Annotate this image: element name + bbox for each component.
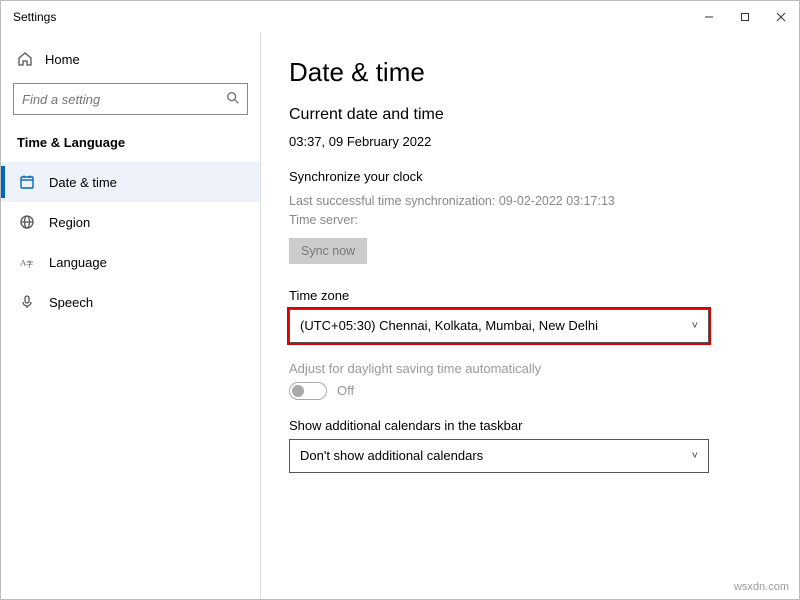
sync-server-text: Time server: [289,211,771,230]
window-controls [691,1,799,33]
maximize-button[interactable] [727,1,763,33]
sidebar-item-label: Language [49,255,107,270]
search-icon [226,91,240,108]
chevron-down-icon: ˅ [692,450,698,462]
calendars-label: Show additional calendars in the taskbar [289,418,771,433]
page-heading: Date & time [289,57,771,88]
sidebar-item-region[interactable]: Region [1,202,260,242]
dst-label: Adjust for daylight saving time automati… [289,361,771,376]
language-icon: A字 [19,254,35,270]
current-datetime-heading: Current date and time [289,106,771,124]
home-label: Home [45,52,80,67]
sidebar-item-language[interactable]: A字 Language [1,242,260,282]
sync-now-button[interactable]: Sync now [289,238,367,264]
nav-list: Date & time Region A字 Language [1,162,260,322]
search-wrap [13,83,248,115]
window-title: Settings [13,10,56,24]
calendars-dropdown[interactable]: Don't show additional calendars ˅ [289,439,709,473]
svg-text:字: 字 [26,259,33,268]
sidebar: Home Time & Language Date & time [1,33,261,599]
close-button[interactable] [763,1,799,33]
calendars-value: Don't show additional calendars [300,448,483,463]
body: Home Time & Language Date & time [1,33,799,599]
toggle-switch [289,382,327,400]
titlebar: Settings [1,1,799,33]
timezone-dropdown[interactable]: (UTC+05:30) Chennai, Kolkata, Mumbai, Ne… [289,309,709,343]
current-datetime-value: 03:37, 09 February 2022 [289,134,771,149]
dst-value: Off [337,383,354,398]
sync-heading: Synchronize your clock [289,169,771,184]
sidebar-item-label: Date & time [49,175,117,190]
timezone-label: Time zone [289,288,771,303]
sidebar-item-date-time[interactable]: Date & time [1,162,260,202]
section-header: Time & Language [1,129,260,162]
clock-icon [19,174,35,190]
timezone-value: (UTC+05:30) Chennai, Kolkata, Mumbai, Ne… [300,318,598,333]
sidebar-item-label: Region [49,215,90,230]
settings-window: Settings Home [0,0,800,600]
dst-toggle: Off [289,382,771,400]
watermark: wsxdn.com [734,581,789,593]
sidebar-item-speech[interactable]: Speech [1,282,260,322]
sidebar-item-label: Speech [49,295,93,310]
search-input[interactable] [13,83,248,115]
sync-last-text: Last successful time synchronization: 09… [289,192,771,211]
microphone-icon [19,294,35,310]
globe-icon [19,214,35,230]
home-icon [17,51,33,67]
main-panel: Date & time Current date and time 03:37,… [261,33,799,599]
minimize-button[interactable] [691,1,727,33]
chevron-down-icon: ˅ [692,320,698,332]
home-link[interactable]: Home [1,43,260,75]
